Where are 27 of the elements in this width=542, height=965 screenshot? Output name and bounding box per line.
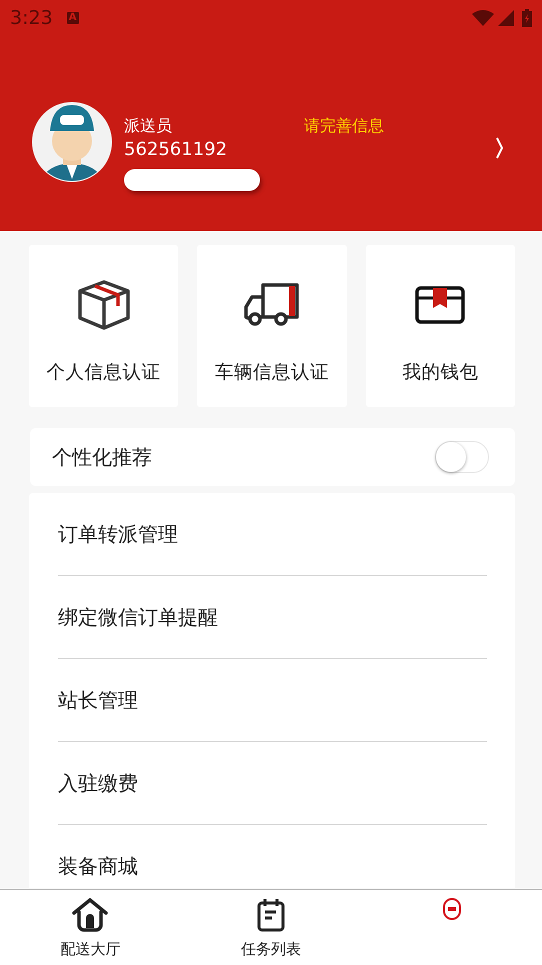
notepad-icon xyxy=(257,898,285,932)
complete-info-link[interactable]: 请完善信息 xyxy=(304,115,384,137)
truck-icon xyxy=(242,283,301,327)
home-icon xyxy=(72,898,108,932)
toggle-switch[interactable] xyxy=(435,441,489,473)
wifi-icon xyxy=(472,10,494,26)
user-id: 562561192 xyxy=(124,138,228,162)
setting-label: 个性化推荐 xyxy=(52,444,152,470)
nav-tab[interactable]: 配送大厅 xyxy=(0,890,181,965)
notification-icon: A xyxy=(66,12,79,24)
menu-item[interactable]: 装备商城 xyxy=(58,852,138,880)
feature-card[interactable]: 个人信息认证 xyxy=(29,245,178,407)
user-role: 派送员 xyxy=(124,115,173,137)
battery-icon xyxy=(522,9,532,27)
menu-item[interactable]: 订单转派管理 xyxy=(58,520,178,548)
signal-icon xyxy=(498,10,514,26)
profile-icon xyxy=(442,898,462,922)
status-time: 3:23 xyxy=(10,7,53,29)
menu-item[interactable]: 站长管理 xyxy=(58,686,138,714)
chevron-right-icon[interactable] xyxy=(496,137,504,159)
menu-item[interactable]: 入驻缴费 xyxy=(58,770,138,796)
feature-card[interactable]: 我的钱包 xyxy=(366,245,515,407)
wallet-icon xyxy=(415,286,466,324)
package-icon xyxy=(78,280,130,330)
menu-item[interactable]: 绑定微信订单提醒 xyxy=(58,604,218,630)
feature-card[interactable]: 车辆信息认证 xyxy=(197,245,347,407)
nav-tab[interactable]: 任务列表 xyxy=(180,890,362,965)
